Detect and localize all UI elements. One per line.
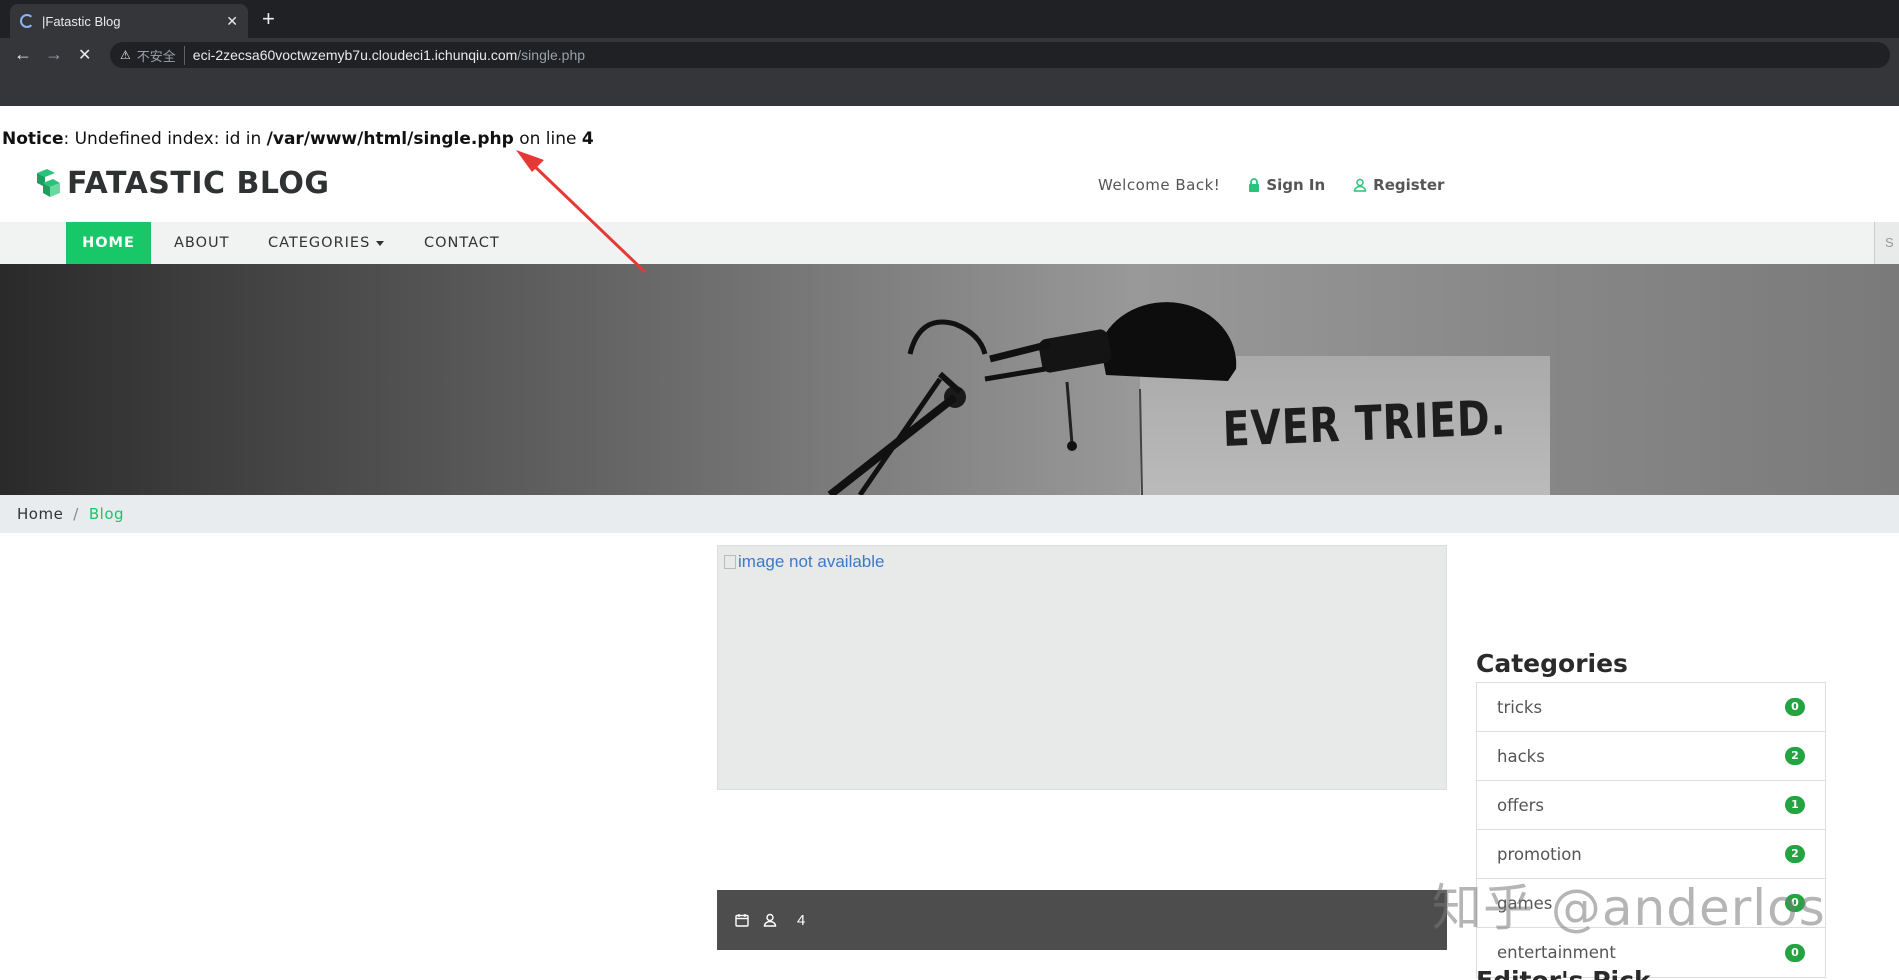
zhihu-watermark: 知乎 @anderlos — [1432, 879, 1826, 937]
annotation-arrow-icon — [516, 150, 647, 274]
